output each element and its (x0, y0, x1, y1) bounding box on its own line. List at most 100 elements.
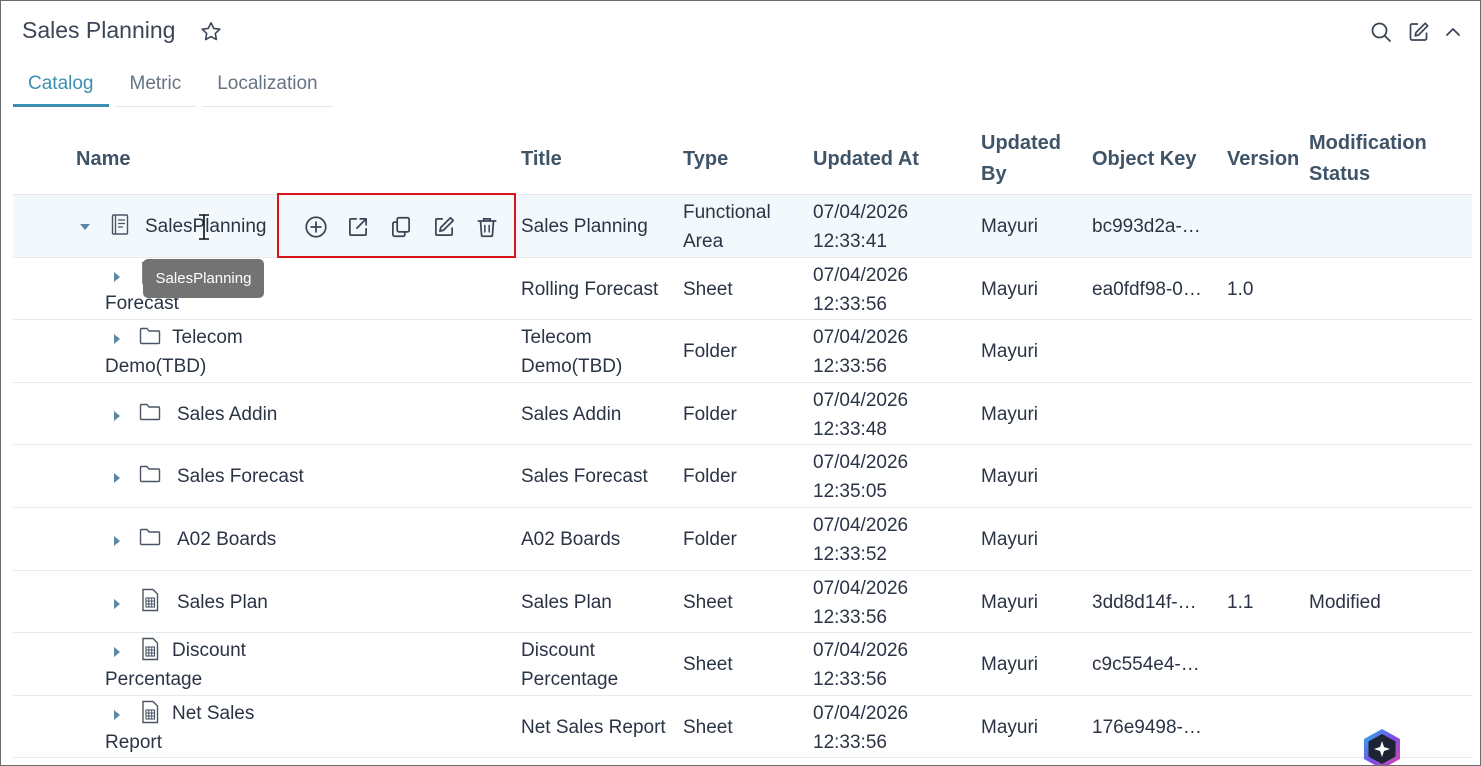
edit-icon[interactable] (431, 214, 457, 240)
row-name-line1: Sales Plan (177, 591, 268, 613)
page-title: Sales Planning (22, 17, 176, 43)
row-updated-at-line2: 12:33:41 (813, 231, 887, 252)
table-row[interactable]: Sales Plan Sales Plan Sheet 07/04/2026 12:33… (13, 571, 1472, 634)
row-type-line1: Sheet (683, 654, 733, 676)
edit-icon[interactable] (1407, 20, 1431, 44)
row-updated-at: 07/04/2026 12:33:48 (813, 386, 908, 444)
row-name-line2: Report (105, 731, 163, 753)
table-row[interactable]: Net Sales Report Net Sales Report Sheet 07/0… (13, 696, 1472, 759)
table-row[interactable]: Telecom Demo(TBD) Telecom Demo(TBD) Folder 07… (13, 320, 1472, 383)
row-name-line1: A02 Boards (177, 528, 277, 550)
row-updated-at-line1: 07/04/2026 (813, 389, 909, 411)
tooltip: SalesPlanning (143, 259, 264, 298)
tab-localization[interactable]: Localization (202, 67, 333, 107)
functional-area-icon (111, 214, 129, 235)
row-updated-at-line2: 12:33:56 (813, 731, 887, 753)
row-updated-at: 07/04/2026 12:33:56 (813, 323, 908, 381)
row-object-key-line1: 176e9498-… (1092, 716, 1202, 738)
row-updated-by: Mayuri (981, 713, 1038, 742)
row-updated-at: 07/04/2026 12:33:56 (813, 574, 908, 632)
search-icon[interactable] (1369, 20, 1393, 44)
chevron-up-icon[interactable] (1441, 20, 1465, 44)
row-updated-by-line1: Mayuri (981, 466, 1039, 488)
open-external-icon[interactable] (345, 214, 371, 240)
row-name: A02 Boards (177, 525, 276, 554)
delete-icon[interactable] (474, 214, 500, 240)
row-updated-at-line2: 12:33:56 (813, 606, 887, 628)
row-name-line1: Sales Forecast (177, 466, 304, 488)
table-row[interactable]: Sales Forecast Sales Forecast Folder 07/04/… (13, 445, 1472, 508)
row-updated-by-line1: Mayuri (981, 403, 1039, 425)
row-type-line1: Functional (683, 202, 771, 223)
row-updated-at-line1: 07/04/2026 (813, 577, 909, 599)
caret-right-icon[interactable] (110, 534, 124, 548)
row-updated-at: 07/04/2026 12:35:05 (813, 448, 908, 506)
row-title-line1: Sales Planning (521, 216, 648, 237)
row-updated-at-line1: 07/04/2026 (813, 514, 909, 536)
row-object-key-line1: c9c554e4-… (1092, 654, 1200, 676)
row-updated-at-line1: 07/04/2026 (813, 640, 909, 662)
row-type-line1: Folder (683, 528, 737, 550)
row-updated-by: Mayuri (981, 588, 1038, 617)
column-updated-at[interactable]: Updated At (813, 144, 919, 175)
row-type: Folder (683, 337, 737, 366)
row-type-line1: Sheet (683, 278, 733, 300)
row-type-line1: Folder (683, 403, 737, 425)
row-updated-at-line1: 07/04/2026 (813, 202, 909, 223)
tab-catalog[interactable]: Catalog (13, 67, 109, 107)
row-updated-by: Mayuri (981, 650, 1038, 679)
catalog-panel: Sales Planning Catalog Metric Localizati… (0, 0, 1481, 766)
copy-icon[interactable] (388, 214, 414, 240)
column-object-key[interactable]: Object Key (1092, 144, 1196, 175)
row-updated-by-line1: Mayuri (981, 716, 1039, 738)
row-name: Sales Addin (177, 400, 277, 429)
caret-right-icon[interactable] (110, 471, 124, 485)
add-icon[interactable] (303, 214, 329, 240)
row-title-line1: A02 Boards (521, 528, 621, 550)
row-version-line1: 1.0 (1227, 278, 1254, 300)
row-updated-by: Mayuri (981, 462, 1038, 491)
caret-right-icon[interactable] (110, 597, 124, 611)
row-updated-at-line2: 12:33:52 (813, 543, 887, 565)
table-row[interactable]: A02 Boards A02 Boards Folder 07/04/2026 12:3… (13, 508, 1472, 571)
row-updated-by-line1: Mayuri (981, 591, 1039, 613)
row-updated-by-line1: Mayuri (981, 341, 1039, 363)
row-type-line1: Folder (683, 341, 737, 363)
column-updated-by-line1: Updated (981, 132, 1061, 154)
row-updated-at: 07/04/2026 12:33:52 (813, 511, 908, 569)
row-type-line1: Sheet (683, 591, 733, 613)
column-type[interactable]: Type (683, 144, 728, 175)
table-row[interactable]: Sales Addin Sales Addin Folder 07/04/2026 12… (13, 383, 1472, 446)
table-row[interactable]: SalesPlanning Sales Planning Functional Are… (13, 195, 1472, 258)
table-row[interactable]: Discount Percentage Discount Percentage Shee… (13, 633, 1472, 696)
row-title: Rolling Forecast (521, 275, 658, 304)
assistant-icon[interactable] (1360, 727, 1404, 766)
caret-right-icon[interactable] (110, 270, 124, 284)
column-modification-status[interactable]: Modification Status (1309, 128, 1427, 190)
row-title: Sales Addin (521, 400, 621, 429)
column-title[interactable]: Title (521, 144, 562, 175)
row-updated-at-line1: 07/04/2026 (813, 327, 909, 349)
column-name[interactable]: Name (76, 144, 130, 175)
row-title: Discount Percentage (521, 636, 618, 694)
row-object-key: 3dd8d14f-… (1092, 588, 1197, 617)
star-icon[interactable] (199, 20, 223, 44)
row-type: Sheet (683, 588, 733, 617)
row-updated-by-line1: Mayuri (981, 528, 1039, 550)
row-name-line1: Discount (172, 640, 246, 662)
caret-down-icon[interactable] (78, 220, 92, 234)
row-updated-by: Mayuri (981, 525, 1038, 554)
caret-right-icon[interactable] (110, 409, 124, 423)
column-updated-by[interactable]: Updated By (981, 128, 1061, 190)
tab-metric[interactable]: Metric (114, 67, 197, 107)
folder-icon (139, 528, 161, 546)
row-updated-at-line2: 12:33:56 (813, 669, 887, 691)
folder-icon (139, 466, 161, 483)
folder-icon (139, 403, 161, 420)
column-version[interactable]: Version (1227, 144, 1299, 175)
row-version: 1.0 (1227, 275, 1253, 304)
sheet-icon (142, 588, 159, 611)
row-name-line1: Sales Addin (177, 403, 278, 425)
row-object-key: c9c554e4-… (1092, 650, 1200, 679)
row-updated-by: Mayuri (981, 337, 1038, 366)
